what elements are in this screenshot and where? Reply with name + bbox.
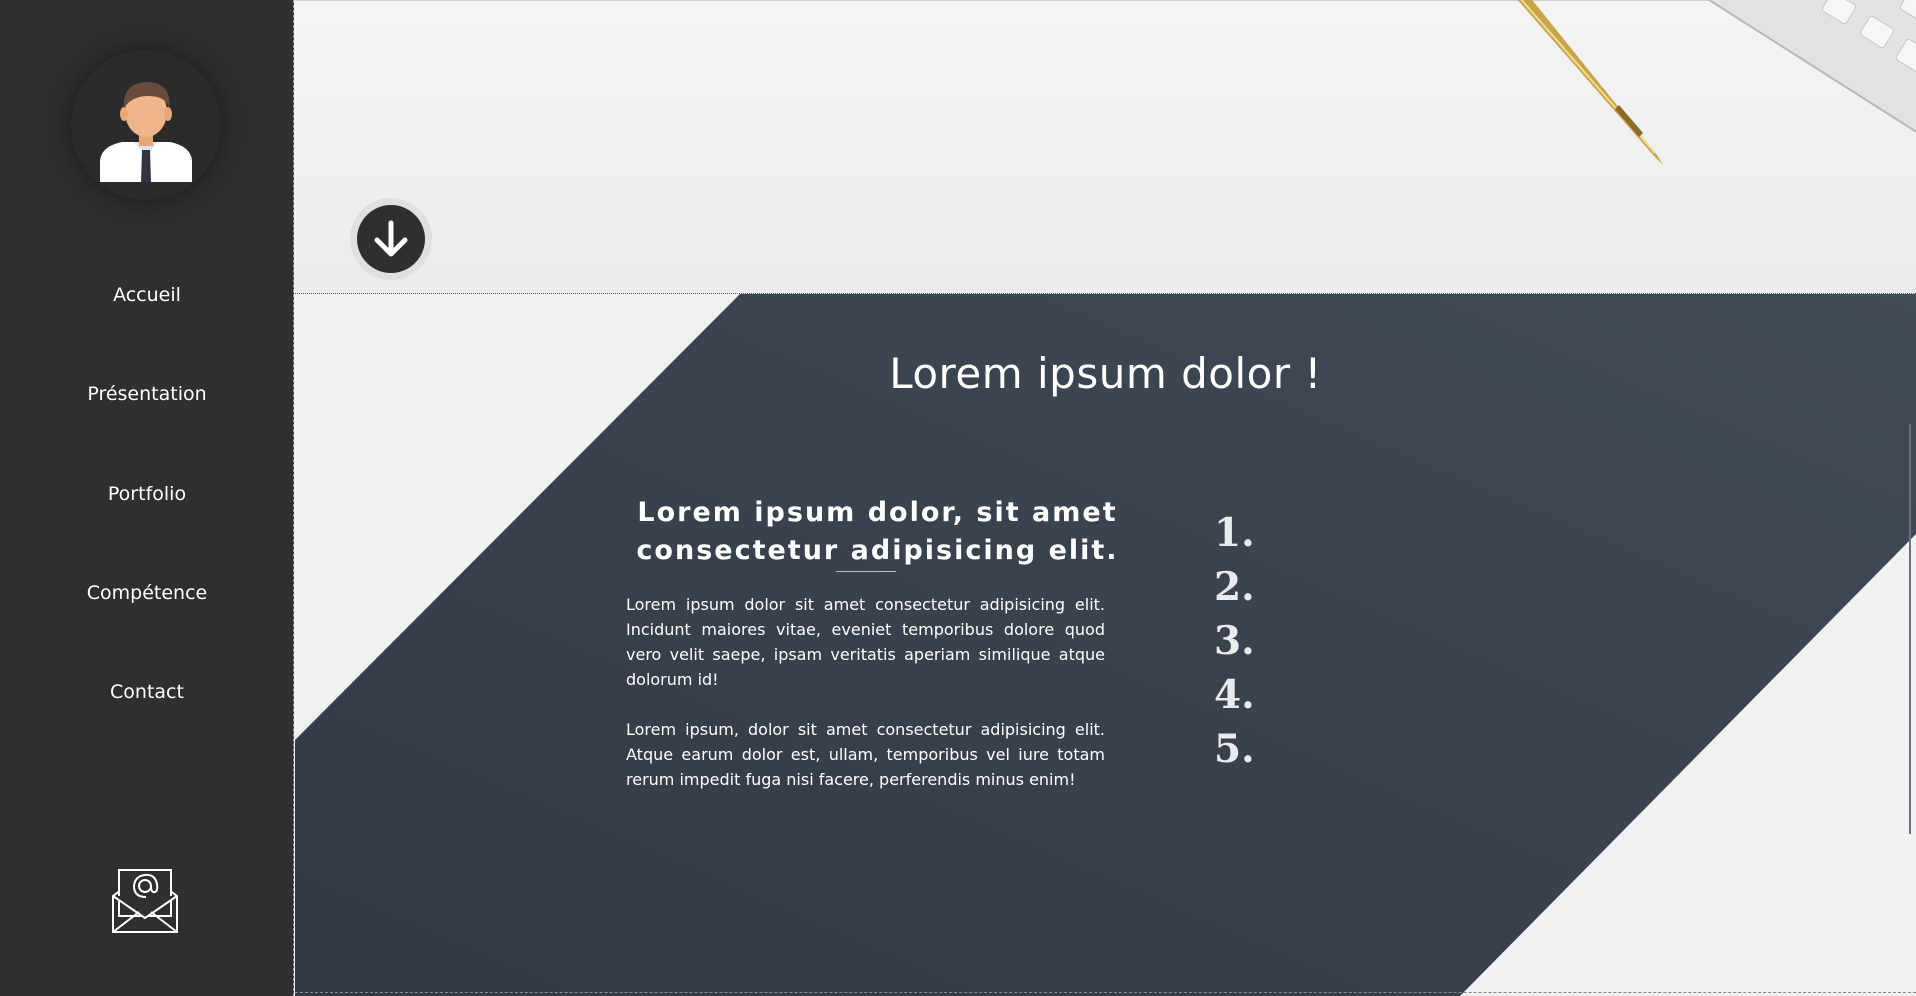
nav-item-accueil[interactable]: Accueil	[0, 284, 294, 306]
numbered-list: 1. 2. 3. 4. 5.	[1214, 506, 1255, 776]
list-number: 1.	[1214, 510, 1255, 556]
nav-item-contact[interactable]: Contact	[0, 681, 294, 703]
scrollbar[interactable]	[1909, 424, 1911, 834]
nav-item-presentation[interactable]: Présentation	[0, 383, 294, 405]
list-number: 5.	[1214, 726, 1255, 772]
second-paragraph: Lorem ipsum, dolor sit amet consectetur …	[626, 720, 1105, 789]
sidebar: Accueil Présentation Portfolio Compétenc…	[0, 0, 294, 996]
bottom-divider	[295, 992, 1916, 993]
presentation-section: Lorem ipsum dolor ! Lorem ipsum dolor, s…	[295, 294, 1916, 996]
user-avatar-icon	[100, 82, 192, 182]
nav-item-competence[interactable]: Compétence	[0, 582, 294, 604]
section-subtitle: Lorem ipsum dolor, sit amet consectetur …	[636, 497, 1119, 566]
hero-banner	[295, 0, 1916, 294]
avatar[interactable]	[71, 50, 221, 200]
mail-at-icon[interactable]	[109, 866, 181, 936]
section-title: Lorem ipsum dolor !	[889, 349, 1322, 398]
arrow-down-icon	[374, 220, 408, 257]
nav-item-portfolio[interactable]: Portfolio	[0, 483, 294, 505]
scroll-down-button[interactable]	[350, 198, 432, 280]
list-number: 4.	[1214, 672, 1255, 718]
list-number: 3.	[1214, 618, 1255, 664]
intro-paragraph: Lorem ipsum dolor sit amet consectetur a…	[626, 595, 1105, 689]
keyboard-decoration	[1707, 0, 1916, 132]
subtitle-divider	[836, 571, 896, 572]
diagonal-panel	[295, 294, 1916, 996]
list-number: 2.	[1214, 564, 1255, 610]
